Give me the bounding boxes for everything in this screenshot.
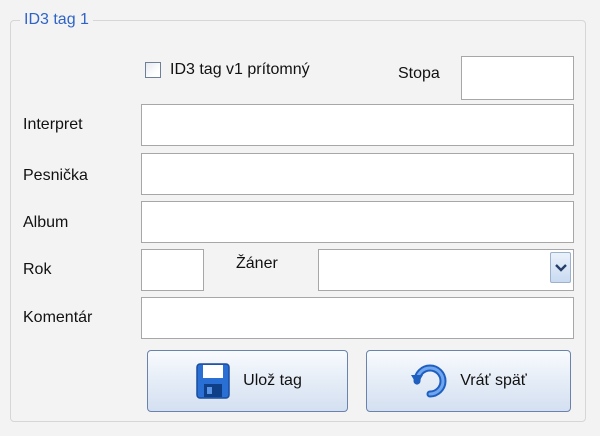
- id3v1-present-checkbox[interactable]: [145, 62, 161, 78]
- year-input[interactable]: [141, 249, 204, 291]
- id3v1-present-label: ID3 tag v1 prítomný: [170, 61, 310, 78]
- revert-label: Vráť späť: [460, 372, 527, 389]
- artist-label: Interpret: [23, 116, 83, 133]
- year-label: Rok: [23, 261, 52, 278]
- album-input[interactable]: [141, 201, 574, 243]
- undo-arrow-icon: [411, 364, 447, 398]
- song-label: Pesnička: [23, 167, 88, 184]
- save-tag-label: Ulož tag: [243, 372, 302, 389]
- artist-input[interactable]: [141, 104, 574, 146]
- group-title: ID3 tag 1: [20, 10, 93, 30]
- genre-select[interactable]: [318, 249, 574, 291]
- save-tag-button[interactable]: Ulož tag: [147, 350, 348, 412]
- genre-label: Žáner: [236, 255, 278, 272]
- album-label: Album: [23, 214, 69, 231]
- revert-button[interactable]: Vráť späť: [366, 350, 571, 412]
- track-label: Stopa: [398, 65, 440, 82]
- chevron-down-icon: [554, 263, 567, 272]
- comment-input[interactable]: [141, 297, 574, 339]
- song-input[interactable]: [141, 153, 574, 195]
- comment-label: Komentár: [23, 309, 93, 326]
- track-input[interactable]: [461, 56, 574, 100]
- floppy-disk-icon: [196, 363, 230, 399]
- genre-dropdown-button[interactable]: [550, 252, 571, 283]
